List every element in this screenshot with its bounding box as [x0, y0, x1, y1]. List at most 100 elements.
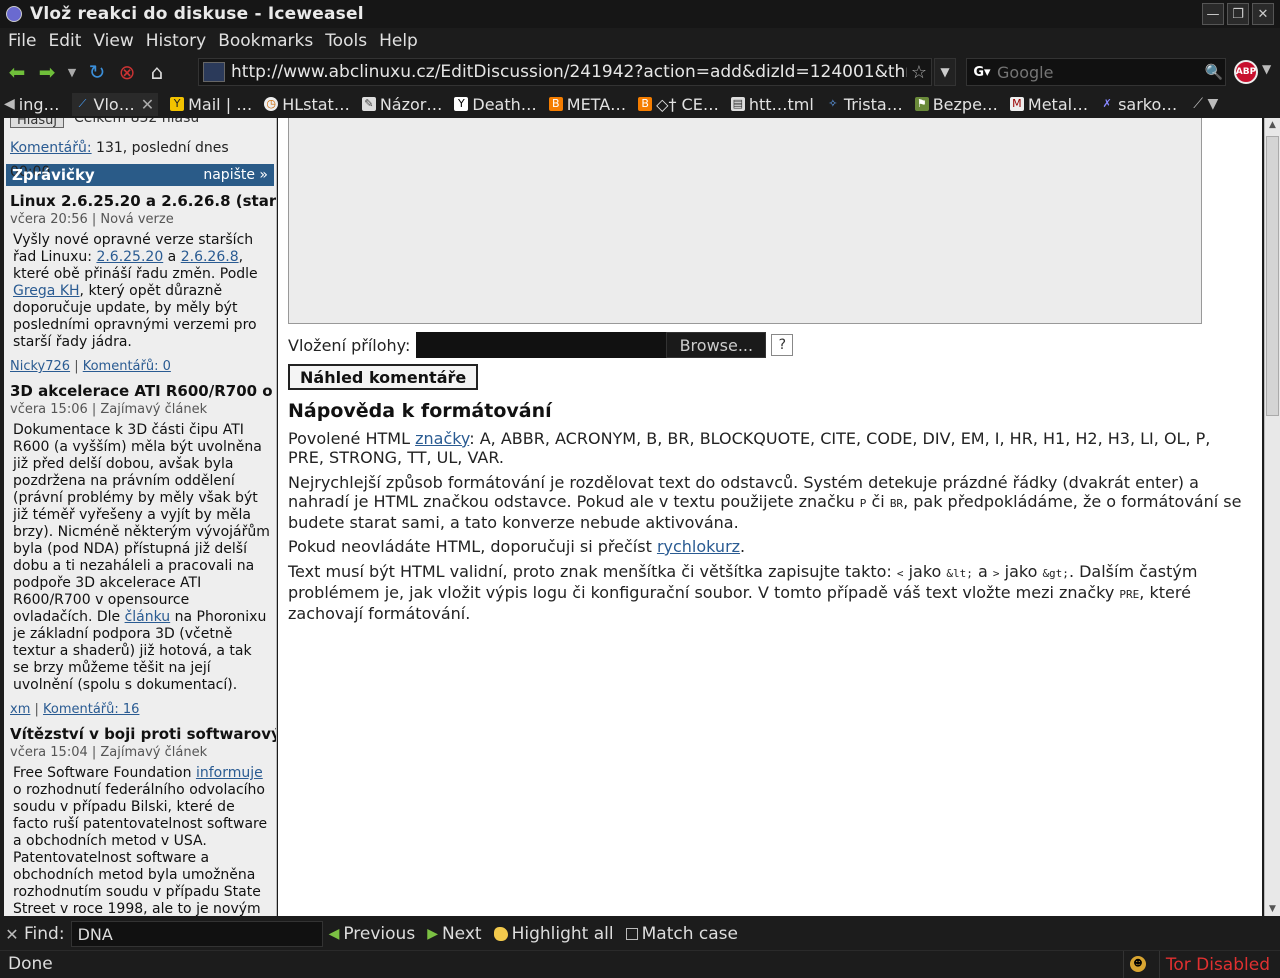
site-identity-icon[interactable] [203, 62, 225, 82]
tor-status-button[interactable]: Tor Disabled [1166, 955, 1270, 975]
bookmark-star-icon[interactable]: ☆ [907, 62, 931, 83]
reload-icon[interactable]: ↻ [84, 59, 110, 85]
bookmark-label: Bezpe… [932, 94, 998, 114]
help-paragraph-validity: Text musí být HTML validní, proto znak m… [288, 562, 1198, 623]
news-title[interactable]: Vítězství v boji proti softwarovým [4, 725, 276, 743]
bookmark-item[interactable]: Y Mail | … [170, 95, 252, 114]
quickcourse-link[interactable]: rychlokurz [657, 537, 740, 556]
news-footer: Nicky726 | Komentářů: 0 [10, 359, 171, 374]
sarko-icon: ✗ [1102, 97, 1112, 110]
news-link[interactable]: informuje [196, 765, 263, 781]
arrow-right-icon: ▶ [427, 926, 438, 942]
browse-button[interactable]: Browse... [666, 332, 767, 358]
bookmark-item-active[interactable]: ⟋ Vlo… ✕ [71, 92, 159, 116]
adblock-icon[interactable]: ABP [1234, 60, 1258, 84]
bookmark-item[interactable]: M Metal… [1009, 95, 1088, 114]
bookmark-item[interactable]: B META… [548, 95, 626, 114]
scroll-up-icon[interactable]: ▲ [1265, 118, 1280, 132]
menu-file[interactable]: File [2, 31, 42, 51]
url-dropdown-icon[interactable]: ▼ [934, 58, 956, 86]
news-title[interactable]: Linux 2.6.25.20 a 2.6.26.8 (starší [4, 192, 276, 210]
history-dropdown-icon[interactable]: ▼ [64, 59, 80, 85]
bookmark-item[interactable]: ing… [19, 95, 60, 114]
greasemonkey-icon[interactable]: ☻ [1130, 956, 1146, 972]
bookmark-item[interactable]: ✗ sarko… [1100, 95, 1177, 114]
menu-history[interactable]: History [140, 31, 212, 51]
news-comments-link[interactable]: Komentářů: 0 [83, 359, 171, 374]
minimize-button[interactable]: — [1202, 3, 1224, 25]
news-link[interactable]: 2.6.25.20 [96, 249, 163, 265]
news-link[interactable]: 2.6.26.8 [181, 249, 239, 265]
news-title[interactable]: 3D akcelerace ATI R600/R700 o k [4, 382, 276, 400]
news-author-link[interactable]: xm [10, 702, 30, 717]
bookmark-item[interactable]: ▤ htt…tml [730, 94, 814, 114]
forward-icon[interactable]: ➡ [34, 59, 60, 85]
find-previous-button[interactable]: ◀ Previous [329, 924, 416, 944]
total-votes: Celkem 832 hlasů [74, 118, 200, 126]
link-icon: ⟋ [78, 97, 87, 110]
back-icon[interactable]: ⬅ [4, 59, 30, 85]
menu-tools[interactable]: Tools [319, 31, 373, 51]
bookmark-label: Mail | … [188, 94, 253, 114]
poll-comments-link[interactable]: Komentářů: [10, 140, 92, 156]
news-link[interactable]: Grega KH [13, 283, 80, 299]
bookmark-item[interactable]: B ◇† CE… [638, 95, 719, 114]
news-meta: včera 15:04 | Zajímavý článek [10, 745, 208, 760]
preview-comment-button[interactable]: Náhled komentáře [288, 364, 479, 390]
left-sidebar: Hlasuj Celkem 832 hlasů Komentářů: 131, … [4, 118, 277, 916]
bookmark-item[interactable]: ✎ Názor… [361, 95, 442, 114]
bookmarks-scroll-left-icon[interactable]: ◀ [4, 96, 15, 112]
vote-button[interactable]: Hlasuj [10, 118, 64, 128]
close-find-icon[interactable]: ✕ [0, 925, 24, 944]
match-case-label: Match case [641, 924, 738, 944]
scroll-down-icon[interactable]: ▼ [1265, 902, 1280, 916]
blogger-icon: B [548, 97, 563, 111]
attachment-file-field[interactable] [416, 332, 667, 358]
url-bar[interactable]: http://www.abclinuxu.cz/EditDiscussion/2… [198, 58, 932, 86]
stop-icon[interactable]: ⊗ [114, 59, 140, 85]
news-body: Vyšly nové opravné verze starších řad Li… [13, 232, 258, 350]
bookmark-item[interactable]: ◷ HLstat… [264, 95, 350, 114]
bookmark-item[interactable]: Y Death… [454, 94, 537, 114]
bookmarks-overflow-icon[interactable]: ⟋ ▼ [1193, 96, 1218, 112]
find-next-button[interactable]: ▶ Next [427, 924, 481, 944]
death-icon: Y [454, 97, 469, 111]
page-scrollbar[interactable]: ▲ ▼ [1264, 118, 1280, 916]
menu-view[interactable]: View [87, 31, 139, 51]
tags-link[interactable]: značky [415, 429, 469, 448]
menu-help[interactable]: Help [373, 31, 424, 51]
bookmark-item[interactable]: ✧ Trista… [826, 94, 903, 114]
title-bar: Vlož reakci do diskuse - Iceweasel — ❐ ✕ [0, 0, 1280, 28]
comment-textarea[interactable] [288, 118, 1202, 324]
url-text[interactable]: http://www.abclinuxu.cz/EditDiscussion/2… [231, 62, 907, 82]
bookmark-item[interactable]: ⚑ Bezpe… [914, 94, 998, 114]
home-icon[interactable]: ⌂ [144, 59, 170, 85]
tristania-icon: ✧ [828, 97, 838, 110]
menu-bookmarks[interactable]: Bookmarks [212, 31, 319, 51]
search-icon[interactable]: 🔍 [1203, 63, 1225, 81]
bookmark-label: Trista… [843, 94, 903, 114]
adblock-dropdown-icon[interactable]: ▼ [1262, 62, 1271, 76]
attachment-help-button[interactable]: ? [771, 334, 794, 356]
bookmark-label: Death… [472, 94, 537, 114]
search-box[interactable]: G▾ 🔍 [966, 58, 1226, 86]
news-body: Dokumentace k 3D části čipu ATI R600 (a … [13, 422, 270, 693]
scrollbar-thumb[interactable] [1266, 136, 1279, 416]
news-comments-link[interactable]: Komentářů: 16 [43, 702, 139, 717]
highlight-all-button[interactable]: Highlight all [493, 924, 614, 944]
search-input[interactable] [997, 62, 1203, 82]
close-button[interactable]: ✕ [1252, 3, 1274, 25]
maximize-button[interactable]: ❐ [1227, 3, 1249, 25]
bookmark-label: ◇† CE… [656, 94, 719, 114]
menu-edit[interactable]: Edit [42, 31, 87, 51]
find-input[interactable] [70, 921, 323, 947]
news-author-link[interactable]: Nicky726 [10, 359, 70, 374]
close-tab-icon[interactable]: ✕ [141, 95, 154, 114]
write-news-link[interactable]: napište » [203, 167, 268, 183]
poll-comments: Komentářů: 131, poslední dnes 00:00 [4, 136, 276, 180]
match-case-checkbox[interactable]: Match case [625, 924, 738, 944]
main-content: Vložení přílohy: Browse... ? Náhled kome… [278, 118, 1262, 916]
news-link[interactable]: článku [125, 609, 171, 625]
bookmark-label: htt…tml [748, 94, 814, 114]
google-engine-icon[interactable]: G▾ [967, 61, 997, 83]
